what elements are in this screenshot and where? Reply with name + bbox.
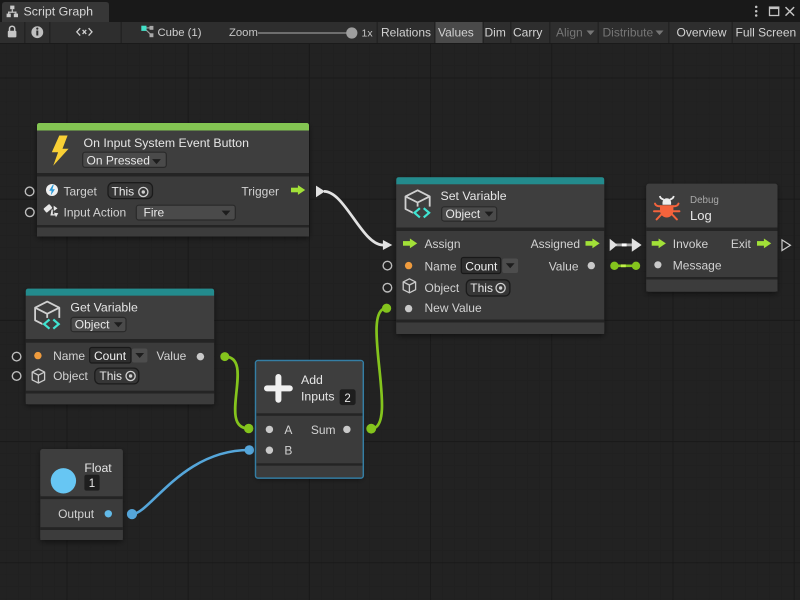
svg-text:Cube (1): Cube (1) (158, 27, 202, 39)
svg-text:Carry: Carry (513, 26, 542, 40)
svg-text:Zoom: Zoom (229, 27, 258, 39)
svg-text:Values: Values (438, 26, 474, 40)
svg-text:Trigger: Trigger (241, 185, 279, 199)
svg-text:Name: Name (53, 349, 85, 363)
svg-text:Output: Output (58, 507, 95, 521)
svg-text:A: A (284, 423, 292, 437)
svg-text:Assigned: Assigned (531, 237, 580, 251)
svg-text:Add: Add (301, 373, 323, 387)
svg-text:Value: Value (549, 259, 579, 273)
svg-text:Name: Name (425, 259, 457, 273)
svg-text:Object: Object (75, 317, 110, 331)
svg-text:Input Action: Input Action (64, 206, 127, 220)
svg-text:Script Graph: Script Graph (24, 5, 94, 19)
svg-text:This: This (112, 184, 135, 198)
svg-text:1: 1 (89, 478, 95, 490)
svg-text:Object: Object (425, 281, 460, 295)
svg-text:This: This (99, 369, 122, 383)
svg-text:Full Screen: Full Screen (736, 26, 797, 40)
svg-text:This: This (470, 281, 493, 295)
svg-text:Log: Log (690, 208, 712, 223)
svg-text:Debug: Debug (690, 195, 719, 206)
svg-text:Align: Align (556, 26, 583, 40)
svg-text:Overview: Overview (677, 26, 727, 40)
svg-text:Assign: Assign (425, 237, 461, 251)
svg-text:2: 2 (344, 393, 350, 405)
svg-text:Sum: Sum (311, 423, 336, 437)
svg-text:Float: Float (84, 461, 112, 475)
svg-text:Count: Count (94, 349, 127, 363)
svg-text:Fire: Fire (144, 206, 165, 220)
svg-text:Message: Message (673, 259, 722, 273)
svg-text:Count: Count (465, 259, 498, 273)
svg-text:On Input System Event Button: On Input System Event Button (84, 136, 250, 150)
svg-text:Dim: Dim (485, 26, 506, 40)
svg-text:Get Variable: Get Variable (70, 300, 138, 314)
svg-text:Target: Target (64, 185, 98, 199)
svg-text:Exit: Exit (731, 237, 752, 251)
svg-text:Object: Object (53, 369, 88, 383)
svg-text:Value: Value (156, 349, 186, 363)
svg-text:1x: 1x (362, 28, 374, 40)
svg-text:New Value: New Value (425, 301, 482, 315)
svg-text:Object: Object (446, 207, 481, 221)
svg-text:Invoke: Invoke (673, 237, 709, 251)
svg-text:B: B (284, 444, 292, 458)
svg-text:Inputs: Inputs (301, 390, 335, 404)
svg-text:On Pressed: On Pressed (87, 153, 150, 167)
svg-text:Distribute: Distribute (603, 26, 654, 40)
svg-text:Set Variable: Set Variable (441, 189, 507, 203)
svg-text:Relations: Relations (381, 26, 431, 40)
